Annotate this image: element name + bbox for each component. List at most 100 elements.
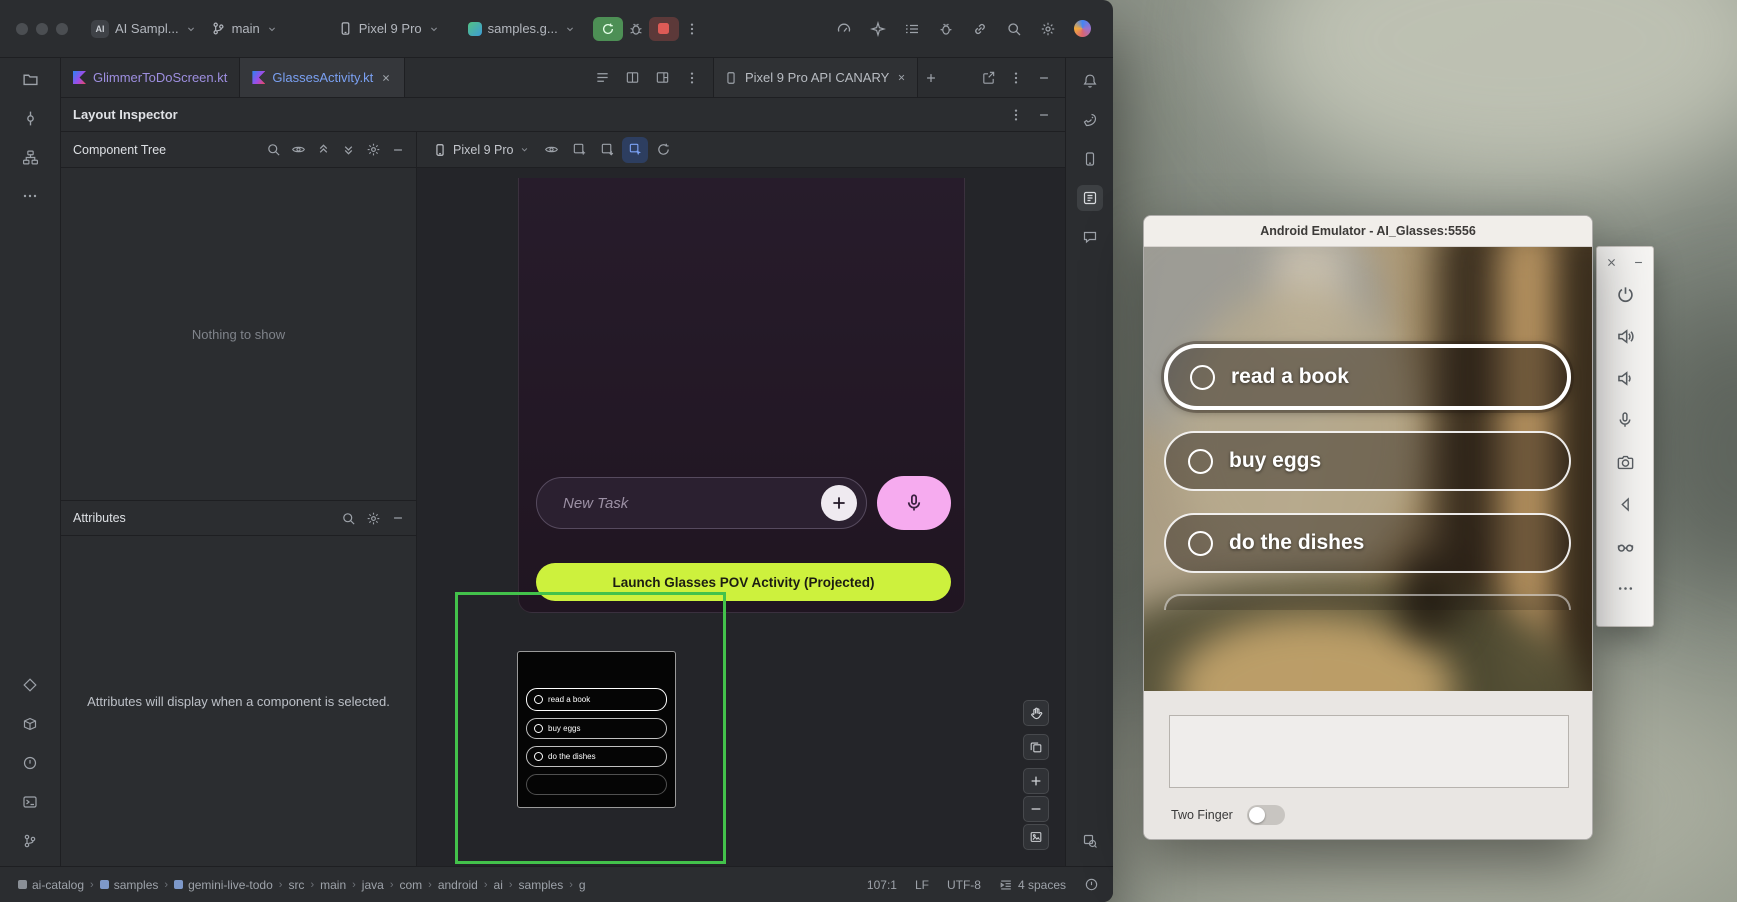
fit-to-screen-icon[interactable] [1023, 824, 1049, 850]
meet-features-icon[interactable] [17, 672, 43, 698]
breadcrumb-item[interactable]: ai [494, 878, 503, 892]
refresh-icon[interactable] [650, 137, 676, 163]
breadcrumb-item[interactable]: com [399, 878, 422, 892]
layers-icon[interactable] [1023, 734, 1049, 760]
inspector-more-options-icon[interactable] [1003, 102, 1029, 128]
device-manager-icon[interactable] [1077, 146, 1103, 172]
build-icon[interactable] [17, 711, 43, 737]
expand-all-icon[interactable] [311, 138, 335, 162]
volume-up-icon[interactable] [1597, 315, 1653, 357]
cursor-position-widget[interactable]: 107:1 [867, 878, 897, 892]
window-zoom-button[interactable] [56, 23, 68, 35]
voice-input-button[interactable] [877, 476, 951, 530]
commit-icon[interactable] [17, 105, 43, 131]
hide-icon[interactable] [386, 138, 410, 162]
running-devices-icon[interactable] [1077, 185, 1103, 211]
breadcrumb-item[interactable]: samples [519, 878, 564, 892]
settings-icon[interactable] [361, 506, 385, 530]
glasses-todo-item[interactable]: do the dishes [1164, 513, 1571, 573]
preview-device-selector[interactable]: Pixel 9 Pro [427, 140, 536, 160]
editor-list-icon[interactable] [589, 65, 615, 91]
breadcrumb-item[interactable]: samples [100, 878, 159, 892]
vcs-branch-selector[interactable]: main [204, 17, 285, 40]
split-editor-icon[interactable] [619, 65, 645, 91]
preview-layout-icon[interactable] [649, 65, 675, 91]
window-minimize-button[interactable] [36, 23, 48, 35]
zoom-in-icon[interactable] [1023, 768, 1049, 794]
editor-more-options-icon[interactable] [679, 65, 705, 91]
project-selector[interactable]: AI AI Sampl... [84, 16, 204, 42]
window-close-button[interactable] [16, 23, 28, 35]
volume-down-icon[interactable] [1597, 357, 1653, 399]
indent-widget[interactable]: 4 spaces [999, 878, 1066, 892]
inspector-hide-icon[interactable] [1031, 102, 1057, 128]
collapse-all-icon[interactable] [336, 138, 360, 162]
stop-button[interactable] [649, 17, 679, 41]
project-folder-icon[interactable] [17, 66, 43, 92]
chat-icon[interactable] [1077, 224, 1103, 250]
breadcrumb-item[interactable]: ai-catalog [18, 878, 84, 892]
touchpad-area[interactable] [1169, 715, 1569, 788]
add-device-tab-icon[interactable] [918, 65, 944, 91]
search-icon[interactable] [261, 138, 285, 162]
emulator-camera-view[interactable]: read a book buy eggs do the dishes [1144, 247, 1592, 691]
more-options-icon[interactable] [1597, 567, 1653, 609]
gradle-icon[interactable] [1077, 107, 1103, 133]
tab-glimmertodoscreen[interactable]: GlimmerToDoScreen.kt [61, 58, 239, 97]
eye-icon[interactable] [538, 137, 564, 163]
terminal-icon[interactable] [17, 789, 43, 815]
power-icon[interactable] [1597, 273, 1653, 315]
zoom-out-icon[interactable] [1023, 796, 1049, 822]
structure-icon[interactable] [17, 144, 43, 170]
device-mirroring-icon[interactable] [967, 16, 993, 42]
debug-button[interactable] [623, 16, 649, 42]
minimize-icon[interactable] [1633, 257, 1644, 268]
device-selector[interactable]: Pixel 9 Pro [331, 17, 447, 40]
microphone-icon[interactable] [1597, 399, 1653, 441]
hide-panel-icon[interactable] [1031, 65, 1057, 91]
app-inspection-icon[interactable] [933, 16, 959, 42]
run-configuration-selector[interactable]: samples.g... [461, 17, 583, 40]
app-screen-render[interactable]: New Task Launch Glasses POV Activity (Pr… [518, 178, 965, 613]
glasses-todo-item[interactable]: read a book [1164, 344, 1571, 410]
ai-assistant-icon[interactable] [865, 16, 891, 42]
open-in-window-icon[interactable] [975, 65, 1001, 91]
settings-icon[interactable] [361, 138, 385, 162]
export-snapshot-icon[interactable] [594, 137, 620, 163]
layout-inspector-icon[interactable] [1077, 828, 1103, 854]
glasses-todo-item[interactable]: buy eggs [1164, 431, 1571, 491]
snapshot-icon[interactable] [566, 137, 592, 163]
problems-icon[interactable] [17, 750, 43, 776]
encoding-widget[interactable]: UTF-8 [947, 878, 981, 892]
two-finger-toggle[interactable] [1247, 805, 1285, 825]
panel-more-options-icon[interactable] [1003, 65, 1029, 91]
more-tool-windows-icon[interactable] [17, 183, 43, 209]
hide-icon[interactable] [386, 506, 410, 530]
glasses-display-render[interactable]: read a book buy eggs do the dishes [517, 651, 676, 808]
breadcrumb-item[interactable]: src [288, 878, 304, 892]
error-widget-icon[interactable] [1084, 877, 1099, 892]
mini-todo-item[interactable]: read a book [526, 688, 667, 711]
close-icon[interactable] [1606, 257, 1617, 268]
mini-todo-item[interactable]: do the dishes [526, 746, 667, 767]
tab-glassesactivity[interactable]: GlassesActivity.kt [239, 58, 405, 97]
breadcrumb-item[interactable]: g [579, 878, 586, 892]
mini-todo-item[interactable]: buy eggs [526, 718, 667, 739]
eye-icon[interactable] [286, 138, 310, 162]
notifications-icon[interactable] [1077, 68, 1103, 94]
breadcrumb-item[interactable]: gemini-live-todo [174, 878, 273, 892]
new-task-input[interactable]: New Task [536, 477, 867, 529]
profiler-icon[interactable] [831, 16, 857, 42]
breadcrumb-item[interactable]: main [320, 878, 346, 892]
rerun-button[interactable] [593, 17, 623, 41]
breadcrumb-item[interactable]: android [438, 878, 478, 892]
search-icon[interactable] [336, 506, 360, 530]
back-icon[interactable] [1597, 483, 1653, 525]
camera-icon[interactable] [1597, 441, 1653, 483]
emulator-titlebar[interactable]: Android Emulator - AI_Glasses:5556 [1144, 216, 1592, 247]
close-icon[interactable] [896, 72, 907, 83]
close-icon[interactable] [380, 72, 392, 84]
version-control-icon[interactable] [17, 828, 43, 854]
search-icon[interactable] [1001, 16, 1027, 42]
settings-icon[interactable] [1035, 16, 1061, 42]
